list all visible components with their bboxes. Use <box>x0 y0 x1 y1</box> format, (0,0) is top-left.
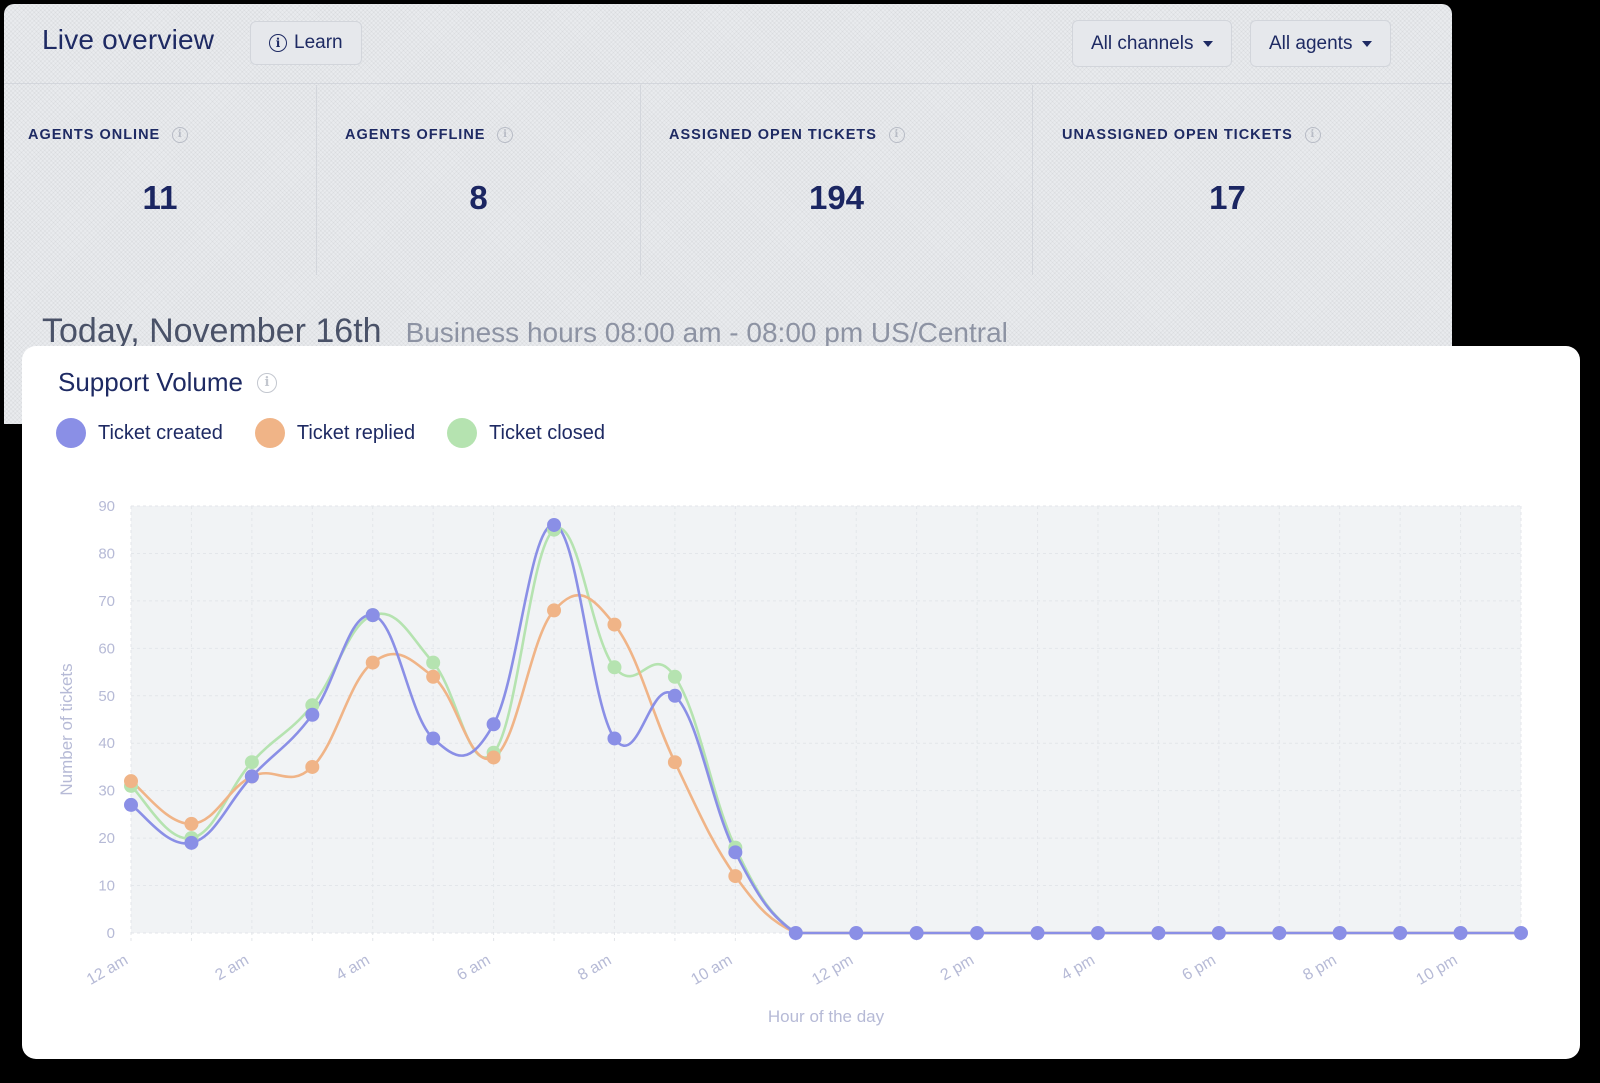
data-point-ticket-created <box>184 835 199 850</box>
data-point-ticket-created <box>667 688 682 703</box>
stat-value: 8 <box>469 179 488 216</box>
data-point-ticket-created <box>1453 926 1468 940</box>
agents-dropdown[interactable]: All agents <box>1250 20 1392 67</box>
stats-row: AGENTS ONLINE i 11 AGENTS OFFLINE i 8 ASSI… <box>4 85 1452 275</box>
y-tick-label: 10 <box>98 878 115 895</box>
data-point-ticket-created <box>1393 926 1408 940</box>
business-hours: Business hours 08:00 am - 08:00 pm US/Ce… <box>405 317 1008 348</box>
y-tick-label: 50 <box>98 688 115 705</box>
data-point-ticket-created <box>909 926 924 940</box>
x-axis-ticks: 12 am 2 am 4 am 6 am 8 am 10 am 12 pm 2 pm 4 pm 6… <box>84 952 1461 989</box>
data-point-ticket-created <box>1514 926 1528 940</box>
x-tick-label: 10 am <box>688 952 735 989</box>
caret-down-icon <box>1203 40 1214 47</box>
support-volume-card: Support Volume i Ticket created Ticket r… <box>22 346 1580 1059</box>
y-axis-title: Number of tickets <box>57 663 76 795</box>
data-point-ticket-created <box>305 707 320 722</box>
info-icon[interactable]: i <box>497 127 514 143</box>
stat-agents-offline: AGENTS OFFLINE i 8 <box>316 85 640 275</box>
data-point-ticket-created <box>1090 926 1105 940</box>
overview-header: Live overview i Learn All channels All a… <box>4 4 1452 84</box>
info-icon[interactable]: i <box>1304 127 1321 143</box>
data-point-ticket-created <box>244 769 259 784</box>
data-point-ticket-replied <box>184 816 199 831</box>
data-point-ticket-created <box>849 926 864 940</box>
data-point-ticket-created <box>124 797 138 812</box>
stat-assigned-open-tickets: ASSIGNED OPEN TICKETS i 194 <box>640 85 1032 275</box>
stat-value: 194 <box>808 179 865 216</box>
data-point-ticket-created <box>607 731 622 746</box>
channels-dropdown-label: All channels <box>1091 32 1194 54</box>
x-tick-label: 2 am <box>213 952 252 985</box>
x-tick-label: 4 pm <box>1059 952 1098 985</box>
data-point-ticket-created <box>1151 926 1166 940</box>
y-tick-label: 20 <box>98 830 115 847</box>
data-point-ticket-created <box>788 926 803 940</box>
learn-button[interactable]: i Learn <box>250 21 362 65</box>
data-point-ticket-replied <box>365 655 380 670</box>
data-point-ticket-created <box>1211 926 1226 940</box>
y-tick-label: 0 <box>107 925 115 942</box>
x-tick-label: 12 am <box>84 952 131 989</box>
data-point-ticket-created <box>426 731 441 746</box>
y-tick-label: 80 <box>98 545 115 562</box>
stat-label: AGENTS OFFLINE <box>345 127 486 143</box>
x-tick-label: 8 pm <box>1300 952 1339 985</box>
stat-value: 17 <box>1209 179 1246 216</box>
data-point-ticket-replied <box>667 755 682 770</box>
y-tick-label: 70 <box>98 593 115 610</box>
data-point-ticket-created <box>1272 926 1287 940</box>
data-point-ticket-closed <box>426 655 441 670</box>
x-axis-title: Hour of the day <box>768 1007 885 1026</box>
data-point-ticket-closed <box>607 660 622 675</box>
x-tick-label: 8 am <box>575 952 614 985</box>
y-tick-label: 60 <box>98 640 115 657</box>
x-tick-label: 6 am <box>454 952 493 985</box>
y-axis-ticks: 0 10 20 30 40 50 60 70 80 90 <box>98 498 115 942</box>
data-point-ticket-replied <box>486 750 501 765</box>
agents-dropdown-label: All agents <box>1269 32 1353 54</box>
data-point-ticket-created <box>1030 926 1045 940</box>
y-tick-label: 40 <box>98 735 115 752</box>
page-title: Live overview <box>42 24 215 55</box>
stat-label: AGENTS ONLINE <box>28 127 161 143</box>
data-point-ticket-closed <box>244 755 259 770</box>
data-point-ticket-replied <box>426 669 441 684</box>
channels-dropdown[interactable]: All channels <box>1072 20 1233 67</box>
data-point-ticket-created <box>365 608 380 623</box>
y-tick-label: 30 <box>98 783 115 800</box>
x-tick-label: 10 pm <box>1414 952 1461 989</box>
info-icon: i <box>269 34 287 52</box>
x-tick-label: 2 pm <box>938 952 977 985</box>
data-point-ticket-replied <box>547 603 562 618</box>
x-tick-label: 12 pm <box>809 952 856 989</box>
data-point-ticket-replied <box>305 759 320 774</box>
stat-value: 11 <box>142 179 178 216</box>
data-point-ticket-created <box>1332 926 1347 940</box>
stat-unassigned-open-tickets: UNASSIGNED OPEN TICKETS i 17 <box>1032 85 1422 275</box>
stat-label: ASSIGNED OPEN TICKETS <box>669 127 877 143</box>
learn-button-label: Learn <box>294 32 343 53</box>
x-tick-label: 4 am <box>333 952 372 985</box>
x-tick-label: 6 pm <box>1180 952 1219 985</box>
stat-agents-online: AGENTS ONLINE i 11 <box>4 85 316 275</box>
support-volume-chart: 0 10 20 30 40 50 60 70 80 90 12 am 2 am 4 am 6 am 8 a… <box>57 498 1528 1026</box>
y-tick-label: 90 <box>98 498 115 515</box>
data-point-ticket-created <box>728 845 743 860</box>
info-icon[interactable]: i <box>172 127 189 143</box>
data-point-ticket-closed <box>667 669 682 684</box>
data-point-ticket-created <box>970 926 985 940</box>
caret-down-icon <box>1362 40 1373 47</box>
data-point-ticket-created <box>547 517 562 532</box>
data-point-ticket-created <box>486 717 501 732</box>
data-point-ticket-replied <box>728 869 743 884</box>
data-point-ticket-replied <box>607 617 622 632</box>
stat-label: UNASSIGNED OPEN TICKETS <box>1062 127 1293 143</box>
data-point-ticket-replied <box>124 774 138 789</box>
info-icon[interactable]: i <box>888 127 905 143</box>
